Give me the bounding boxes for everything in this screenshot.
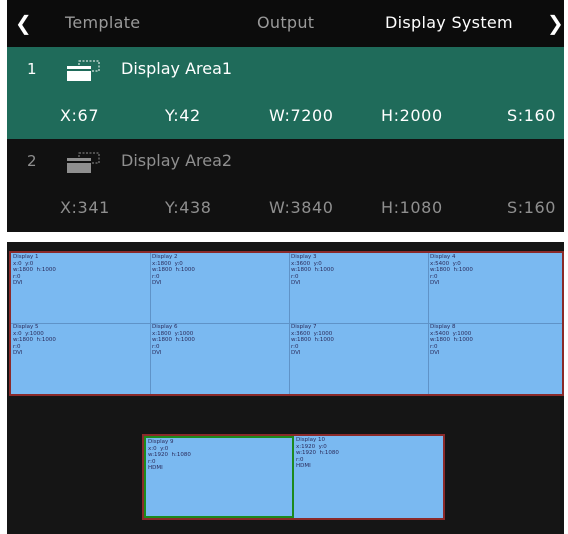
- tab-template[interactable]: Template: [65, 13, 140, 32]
- display-area-icon: [67, 152, 100, 173]
- display-tile-7[interactable]: Display 7 x:3600 y:1000 w:1800 h:1000 r:…: [289, 323, 428, 394]
- area-x: X:67: [60, 106, 100, 125]
- display-tile-9[interactable]: Display 9 x:0 y:0 w:1920 h:1080 r:0 HDMI: [144, 436, 294, 518]
- area-label: Display Area2: [121, 151, 233, 170]
- area-s: S:160: [507, 106, 557, 125]
- display-tile-8[interactable]: Display 8 x:5400 y:1000 w:1800 h:1000 r:…: [428, 323, 562, 394]
- display-area-row-2[interactable]: 2 Display Area2: [7, 139, 564, 185]
- tab-output[interactable]: Output: [257, 13, 314, 32]
- area-w: W:7200: [269, 106, 334, 125]
- display-area-row-1[interactable]: 1 Display Area1: [7, 47, 564, 93]
- display-tile-6[interactable]: Display 6 x:1800 y:1000 w:1800 h:1000 r:…: [150, 323, 289, 394]
- display-tile-1[interactable]: Display 1 x:0 y:0 w:1800 h:1000 r:0 DVI: [11, 253, 150, 323]
- area-h: H:1080: [381, 198, 443, 217]
- grid-divider: [11, 323, 562, 324]
- area-w: W:3840: [269, 198, 334, 217]
- display-area-coords-2[interactable]: X:341 Y:438 W:3840 H:1080 S:160: [7, 185, 564, 231]
- area-number: 2: [27, 152, 37, 170]
- area-s: S:160: [507, 198, 557, 217]
- display-area-panel: ❮ Template Output Display System ❯ 1 Dis…: [7, 0, 564, 232]
- area-number: 1: [27, 60, 37, 78]
- display-layout-canvas: Display 1 x:0 y:0 w:1800 h:1000 r:0 DVI …: [7, 242, 564, 534]
- display-area-coords-1[interactable]: X:67 Y:42 W:7200 H:2000 S:160: [7, 93, 564, 139]
- display-area-2-canvas[interactable]: Display 9 x:0 y:0 w:1920 h:1080 r:0 HDMI…: [142, 434, 445, 520]
- display-tile-4[interactable]: Display 4 x:5400 y:0 w:1800 h:1000 r:0 D…: [428, 253, 562, 323]
- display-tile-5[interactable]: Display 5 x:0 y:1000 w:1800 h:1000 r:0 D…: [11, 323, 150, 394]
- chevron-left-icon[interactable]: ❮: [15, 11, 32, 35]
- display-tile-10[interactable]: Display 10 x:1920 y:0 w:1920 h:1080 r:0 …: [294, 436, 443, 518]
- area-label: Display Area1: [121, 59, 233, 78]
- area-h: H:2000: [381, 106, 443, 125]
- chevron-right-icon[interactable]: ❯: [547, 11, 564, 35]
- display-area-1-canvas[interactable]: Display 1 x:0 y:0 w:1800 h:1000 r:0 DVI …: [9, 251, 564, 396]
- area-x: X:341: [60, 198, 110, 217]
- display-tile-2[interactable]: Display 2 x:1800 y:0 w:1800 h:1000 r:0 D…: [150, 253, 289, 323]
- tab-bar: ❮ Template Output Display System ❯: [7, 0, 564, 47]
- tab-display-system[interactable]: Display System: [385, 13, 513, 32]
- display-tile-3[interactable]: Display 3 x:3600 y:0 w:1800 h:1000 r:0 D…: [289, 253, 428, 323]
- area-y: Y:42: [165, 106, 201, 125]
- display-area-icon: [67, 60, 100, 81]
- area-y: Y:438: [165, 198, 212, 217]
